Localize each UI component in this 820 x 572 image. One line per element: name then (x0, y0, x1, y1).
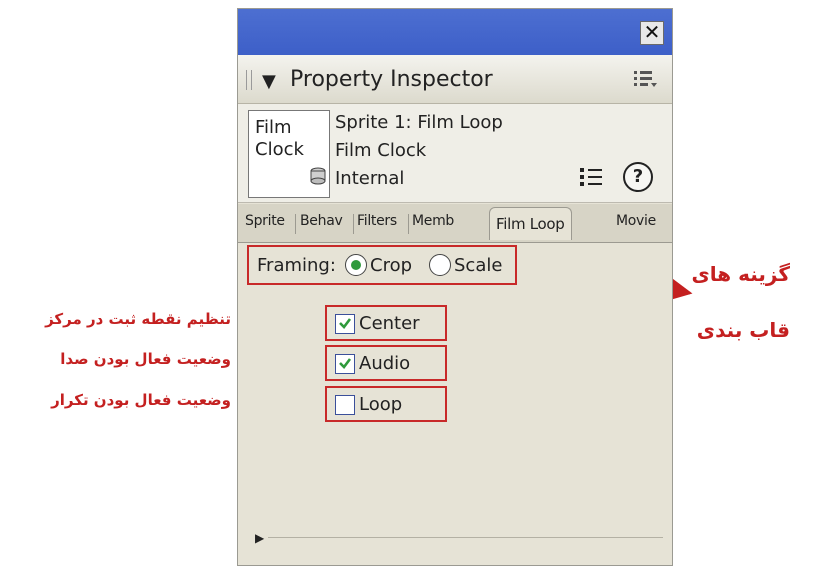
sprite-name: Sprite 1: Film Loop (335, 112, 503, 133)
tab-film-loop[interactable]: Film Loop (489, 207, 572, 240)
tab-movie[interactable]: Movie (616, 213, 656, 239)
member-name: Film Clock (335, 140, 427, 161)
audio-checkbox[interactable] (335, 354, 355, 374)
drag-grip-icon[interactable] (246, 70, 252, 90)
checkmark-icon (339, 318, 352, 329)
thumbnail-line2: Clock (255, 139, 304, 160)
tab-behavior[interactable]: Behav (300, 213, 343, 239)
thumbnail-line1: Film (255, 117, 292, 138)
member-thumbnail: Film Clock (248, 110, 330, 198)
audio-label[interactable]: Audio (359, 353, 410, 374)
annotation-loop: وضعیت فعال بودن تکرار (51, 391, 231, 409)
tab-member[interactable]: Memb (412, 213, 454, 239)
tab-filters[interactable]: Filters (357, 213, 397, 239)
cast-name: Internal (335, 168, 405, 189)
tab-sprite[interactable]: Sprite (245, 213, 285, 239)
annotation-framing-line1: گزینه های (691, 262, 790, 286)
annotation-audio: وضعیت فعال بودن صدا (60, 350, 231, 368)
cast-icon (310, 167, 326, 185)
list-view-icon[interactable] (578, 166, 606, 188)
close-button[interactable]: ✕ (640, 21, 664, 45)
divider (268, 537, 663, 538)
center-label[interactable]: Center (359, 313, 420, 334)
property-inspector-panel: ✕ ▼ Property Inspector Film Clock Sprite… (237, 8, 673, 566)
loop-checkbox[interactable] (335, 395, 355, 415)
list-options-icon[interactable] (632, 67, 658, 91)
triangle-down-icon[interactable]: ▼ (262, 71, 276, 92)
panel-title: Property Inspector (290, 67, 493, 92)
loop-label[interactable]: Loop (359, 394, 402, 415)
crop-label[interactable]: Crop (370, 255, 412, 276)
scale-radio[interactable] (429, 254, 451, 276)
help-icon[interactable]: ? (623, 162, 653, 192)
checkmark-icon (339, 358, 352, 369)
scale-label[interactable]: Scale (454, 255, 502, 276)
panel-titlebar: ✕ (238, 9, 672, 55)
framing-label: Framing: (257, 255, 336, 276)
annotation-framing-line2: قاب بندی (696, 318, 790, 342)
expand-triangle-icon[interactable]: ▶ (255, 531, 264, 545)
annotation-center: تنظیم نقطه ثبت در مرکز (45, 310, 231, 328)
panel-header: ▼ Property Inspector (238, 55, 672, 104)
member-info-area: Film Clock Sprite 1: Film Loop Film Cloc… (238, 104, 672, 203)
center-option: Center (325, 305, 447, 341)
loop-option: Loop (325, 386, 447, 422)
center-checkbox[interactable] (335, 314, 355, 334)
tab-bar: Sprite Behav Filters Memb Film Loop Movi… (238, 204, 672, 243)
crop-radio[interactable] (345, 254, 367, 276)
audio-option: Audio (325, 345, 447, 381)
framing-group: Framing: Crop Scale (247, 245, 517, 285)
